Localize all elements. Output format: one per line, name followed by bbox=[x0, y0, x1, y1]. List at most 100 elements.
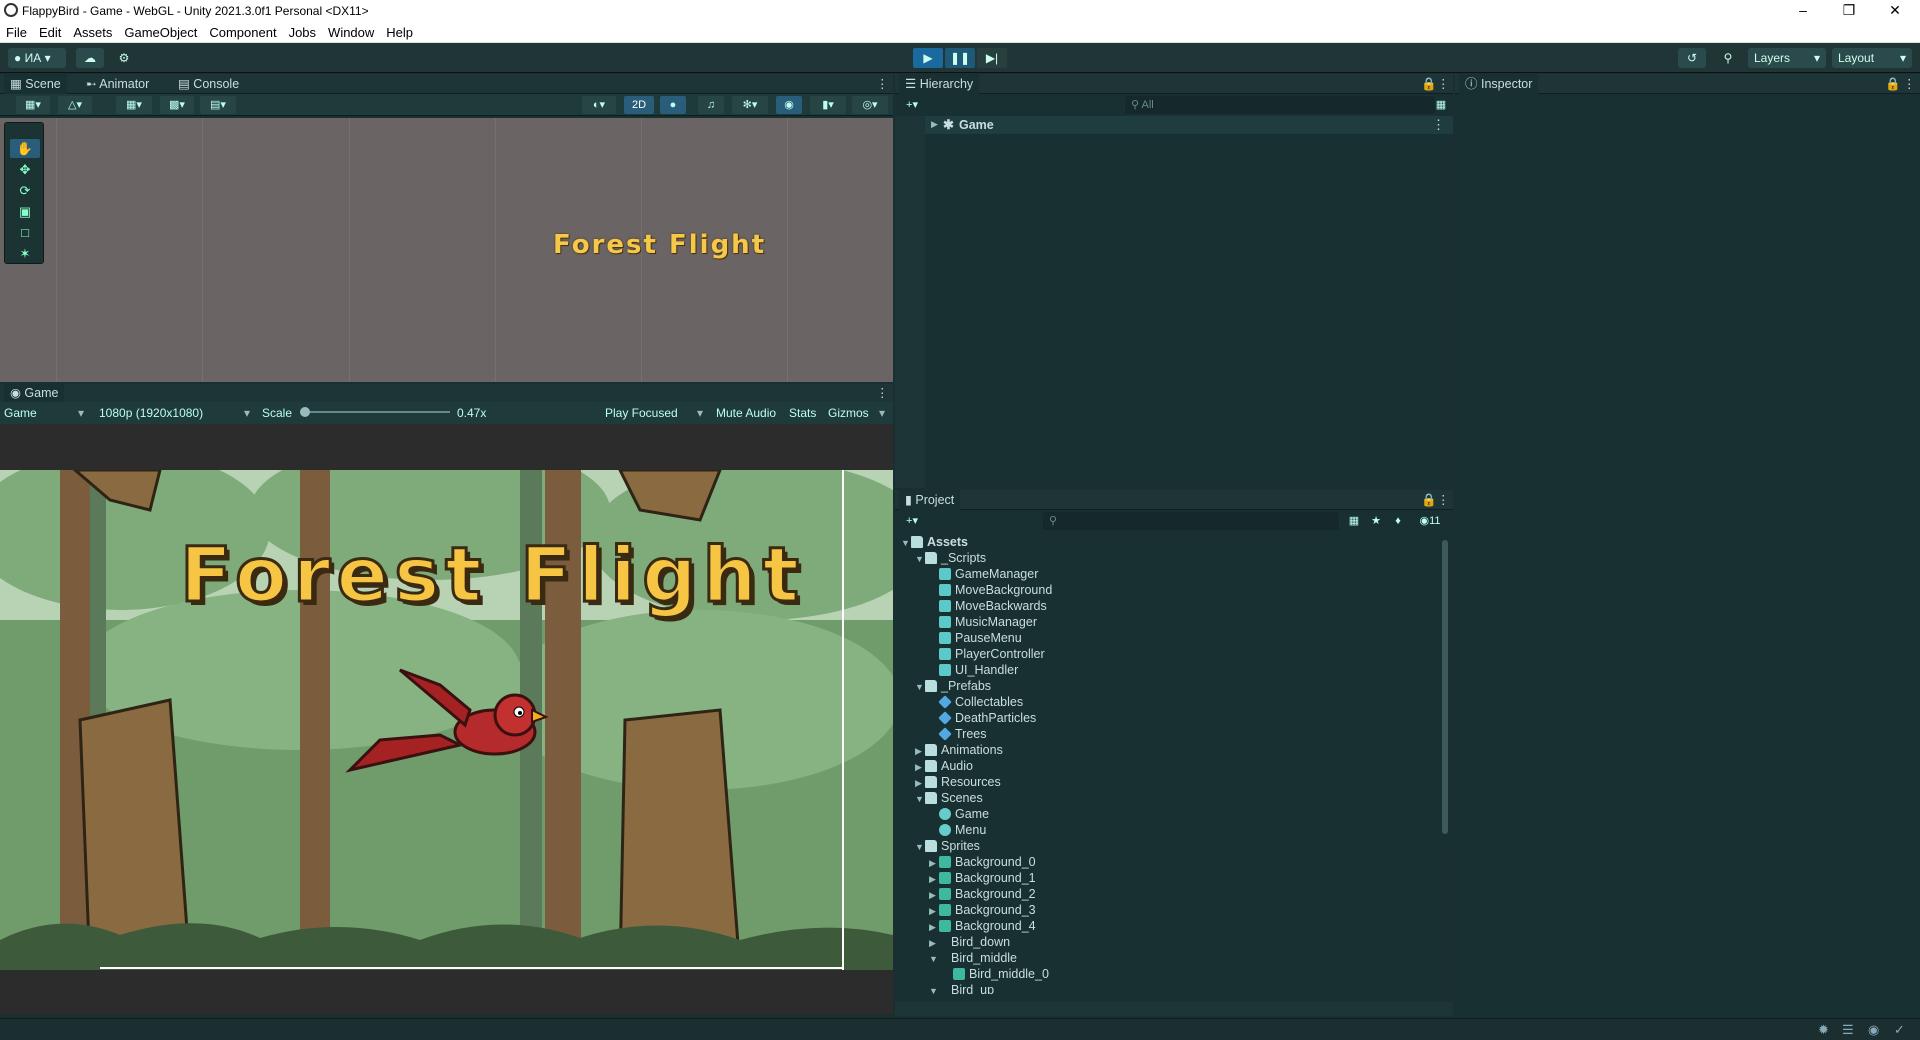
project-create-icon[interactable]: +▾ bbox=[899, 512, 925, 530]
scale-slider[interactable] bbox=[300, 411, 450, 413]
transform-tool-icon[interactable]: ✶ bbox=[10, 244, 40, 263]
expand-arrow-icon[interactable]: ▼ bbox=[915, 791, 925, 807]
project-item[interactable]: UI_Handler bbox=[929, 662, 1018, 678]
expand-arrow-icon[interactable]: ▶ bbox=[915, 743, 925, 759]
expand-arrow-icon[interactable]: ▼ bbox=[929, 951, 939, 967]
account-dropdown[interactable]: ● ИА ▾ bbox=[8, 48, 66, 68]
expand-arrow-icon[interactable]: ▼ bbox=[929, 983, 939, 994]
layers-dropdown[interactable]: Layers ▾ bbox=[1748, 48, 1826, 68]
inspector-more-icon[interactable]: ⋮ bbox=[1897, 74, 1920, 94]
project-item[interactable]: ▶ Background_4 bbox=[929, 918, 1036, 934]
hierarchy-row-game[interactable]: ▶ ✱ Game ⋮ bbox=[925, 116, 1453, 134]
project-item[interactable]: ▼ _Scripts bbox=[915, 550, 986, 566]
move-tool-icon[interactable]: ✥ bbox=[10, 160, 40, 179]
search-icon[interactable]: ⚲ bbox=[1714, 48, 1742, 68]
project-item[interactable]: ▶ Bird_down bbox=[929, 934, 1010, 950]
step-button[interactable]: ▶| bbox=[977, 48, 1007, 68]
project-item[interactable]: ▼ _Prefabs bbox=[915, 678, 991, 694]
expand-arrow-icon[interactable]: ▶ bbox=[929, 903, 939, 919]
audio-toggle-icon[interactable]: ♫ bbox=[698, 96, 724, 114]
rect-tool-icon[interactable]: □ bbox=[10, 223, 40, 242]
project-item[interactable]: Menu bbox=[929, 822, 986, 838]
close-button[interactable]: ✕ bbox=[1872, 0, 1918, 22]
expand-arrow-icon[interactable]: ▼ bbox=[915, 679, 925, 695]
menu-component[interactable]: Component bbox=[203, 22, 282, 40]
project-search-input[interactable]: ⚲ bbox=[1043, 512, 1339, 530]
menu-window[interactable]: Window bbox=[322, 22, 380, 40]
expand-arrow-icon[interactable]: ▶ bbox=[929, 855, 939, 871]
resolution-dropdown-arrow[interactable]: ▾ bbox=[244, 406, 250, 420]
expand-arrow-icon[interactable]: ▼ bbox=[901, 535, 911, 551]
expand-arrow-icon[interactable]: ▶ bbox=[915, 759, 925, 775]
restore-button[interactable]: ❐ bbox=[1826, 0, 1872, 22]
project-item[interactable]: MoveBackwards bbox=[929, 598, 1047, 614]
render-mode-dropdown[interactable]: △▾ bbox=[58, 96, 92, 114]
project-item[interactable]: MusicManager bbox=[929, 614, 1037, 630]
minimize-button[interactable]: – bbox=[1780, 0, 1826, 22]
play-focused-arrow[interactable]: ▾ bbox=[697, 406, 703, 420]
tab-hierarchy[interactable]: ☰ Hierarchy bbox=[899, 74, 980, 94]
project-more-icon[interactable]: ⋮ bbox=[1431, 490, 1456, 510]
create-add-icon[interactable]: +▾ bbox=[899, 96, 925, 114]
hand-tool-icon[interactable]: ✋ bbox=[10, 139, 40, 158]
project-item[interactable]: ▼ Bird_middle bbox=[929, 950, 1017, 966]
gizmos-icon[interactable]: ◎▾ bbox=[852, 96, 888, 114]
rotate-tool-icon[interactable]: ⟳ bbox=[10, 181, 40, 200]
menu-edit[interactable]: Edit bbox=[33, 22, 67, 40]
snap-increment-icon[interactable]: ▤▾ bbox=[200, 96, 236, 114]
display-dropdown-arrow[interactable]: ▾ bbox=[78, 406, 84, 420]
resolution-dropdown[interactable]: 1080p (1920x1080) bbox=[99, 406, 203, 420]
grid-snap-icon[interactable]: ▦▾ bbox=[116, 96, 152, 114]
effects-icon[interactable]: ✻▾ bbox=[732, 96, 768, 114]
menu-assets[interactable]: Assets bbox=[67, 22, 118, 40]
tab-inspector[interactable]: ⓘ Inspector bbox=[1459, 74, 1539, 94]
expand-arrow-icon[interactable]: ▼ bbox=[915, 551, 925, 567]
project-item[interactable]: ▶ Audio bbox=[915, 758, 973, 774]
expand-arrow-icon[interactable]: ▶ bbox=[929, 887, 939, 903]
project-item[interactable]: ▼ Assets bbox=[901, 534, 968, 550]
project-item[interactable]: DeathParticles bbox=[929, 710, 1036, 726]
menu-file[interactable]: File bbox=[0, 22, 33, 40]
project-scrollbar[interactable] bbox=[1441, 538, 1449, 998]
grid-toggle-icon[interactable]: ▩▾ bbox=[160, 96, 194, 114]
layout-dropdown[interactable]: Layout ▾ bbox=[1832, 48, 1912, 68]
tab-console[interactable]: ▤ Console bbox=[172, 74, 245, 94]
gizmos-button[interactable]: Gizmos bbox=[828, 406, 869, 420]
scene-menu-icon[interactable]: ⋮ bbox=[1432, 117, 1445, 133]
mute-audio-button[interactable]: Mute Audio bbox=[716, 406, 776, 420]
favorites-icon[interactable]: ♦ bbox=[1389, 512, 1407, 530]
project-item[interactable]: Bird_middle_0 bbox=[943, 966, 1049, 982]
tab-project[interactable]: ▮ Project bbox=[899, 490, 961, 510]
menu-gameobject[interactable]: GameObject bbox=[118, 22, 203, 40]
scale-tool-icon[interactable]: ▣ bbox=[10, 202, 40, 221]
project-item[interactable]: Trees bbox=[929, 726, 987, 742]
tab-game[interactable]: ◉ Game bbox=[4, 384, 65, 402]
play-focused-dropdown[interactable]: Play Focused bbox=[605, 406, 678, 420]
search-by-type-icon[interactable]: ▦ bbox=[1345, 512, 1363, 530]
project-item[interactable]: PauseMenu bbox=[929, 630, 1022, 646]
scene-more-icon[interactable]: ⋮ bbox=[870, 74, 895, 94]
scene-viewport[interactable]: Forest Flight bbox=[0, 118, 893, 382]
display-dropdown[interactable]: Game bbox=[4, 406, 37, 420]
gizmos-arrow[interactable]: ▾ bbox=[879, 406, 885, 420]
shading-icon[interactable]: ◐▾ bbox=[582, 96, 616, 114]
hidden-objects-icon[interactable]: ◉ bbox=[776, 96, 802, 114]
menu-jobs[interactable]: Jobs bbox=[283, 22, 322, 40]
project-item[interactable]: ▶ Background_1 bbox=[929, 870, 1036, 886]
project-item[interactable]: Collectables bbox=[929, 694, 1023, 710]
project-item[interactable]: ▼ Scenes bbox=[915, 790, 983, 806]
expand-arrow-icon[interactable]: ▶ bbox=[929, 935, 939, 951]
project-item[interactable]: ▶ Background_0 bbox=[929, 854, 1036, 870]
search-by-label-icon[interactable]: ★ bbox=[1367, 512, 1385, 530]
expand-arrow-icon[interactable]: ▶ bbox=[929, 871, 939, 887]
auto-generate-icon[interactable]: ◉ bbox=[1868, 1022, 1879, 1038]
tab-scene[interactable]: ▦ Scene bbox=[4, 74, 67, 94]
menu-help[interactable]: Help bbox=[380, 22, 419, 40]
history-icon[interactable]: ↺ bbox=[1678, 48, 1706, 68]
game-viewport[interactable]: Forest Flight bbox=[0, 424, 893, 1014]
game-more-icon[interactable]: ⋮ bbox=[870, 384, 895, 402]
project-item[interactable]: ▼ Bird_up bbox=[929, 982, 994, 994]
project-item[interactable]: ▶ Background_2 bbox=[929, 886, 1036, 902]
expand-arrow-icon[interactable]: ▶ bbox=[915, 775, 925, 791]
lighting-icon[interactable]: ● bbox=[660, 96, 686, 114]
